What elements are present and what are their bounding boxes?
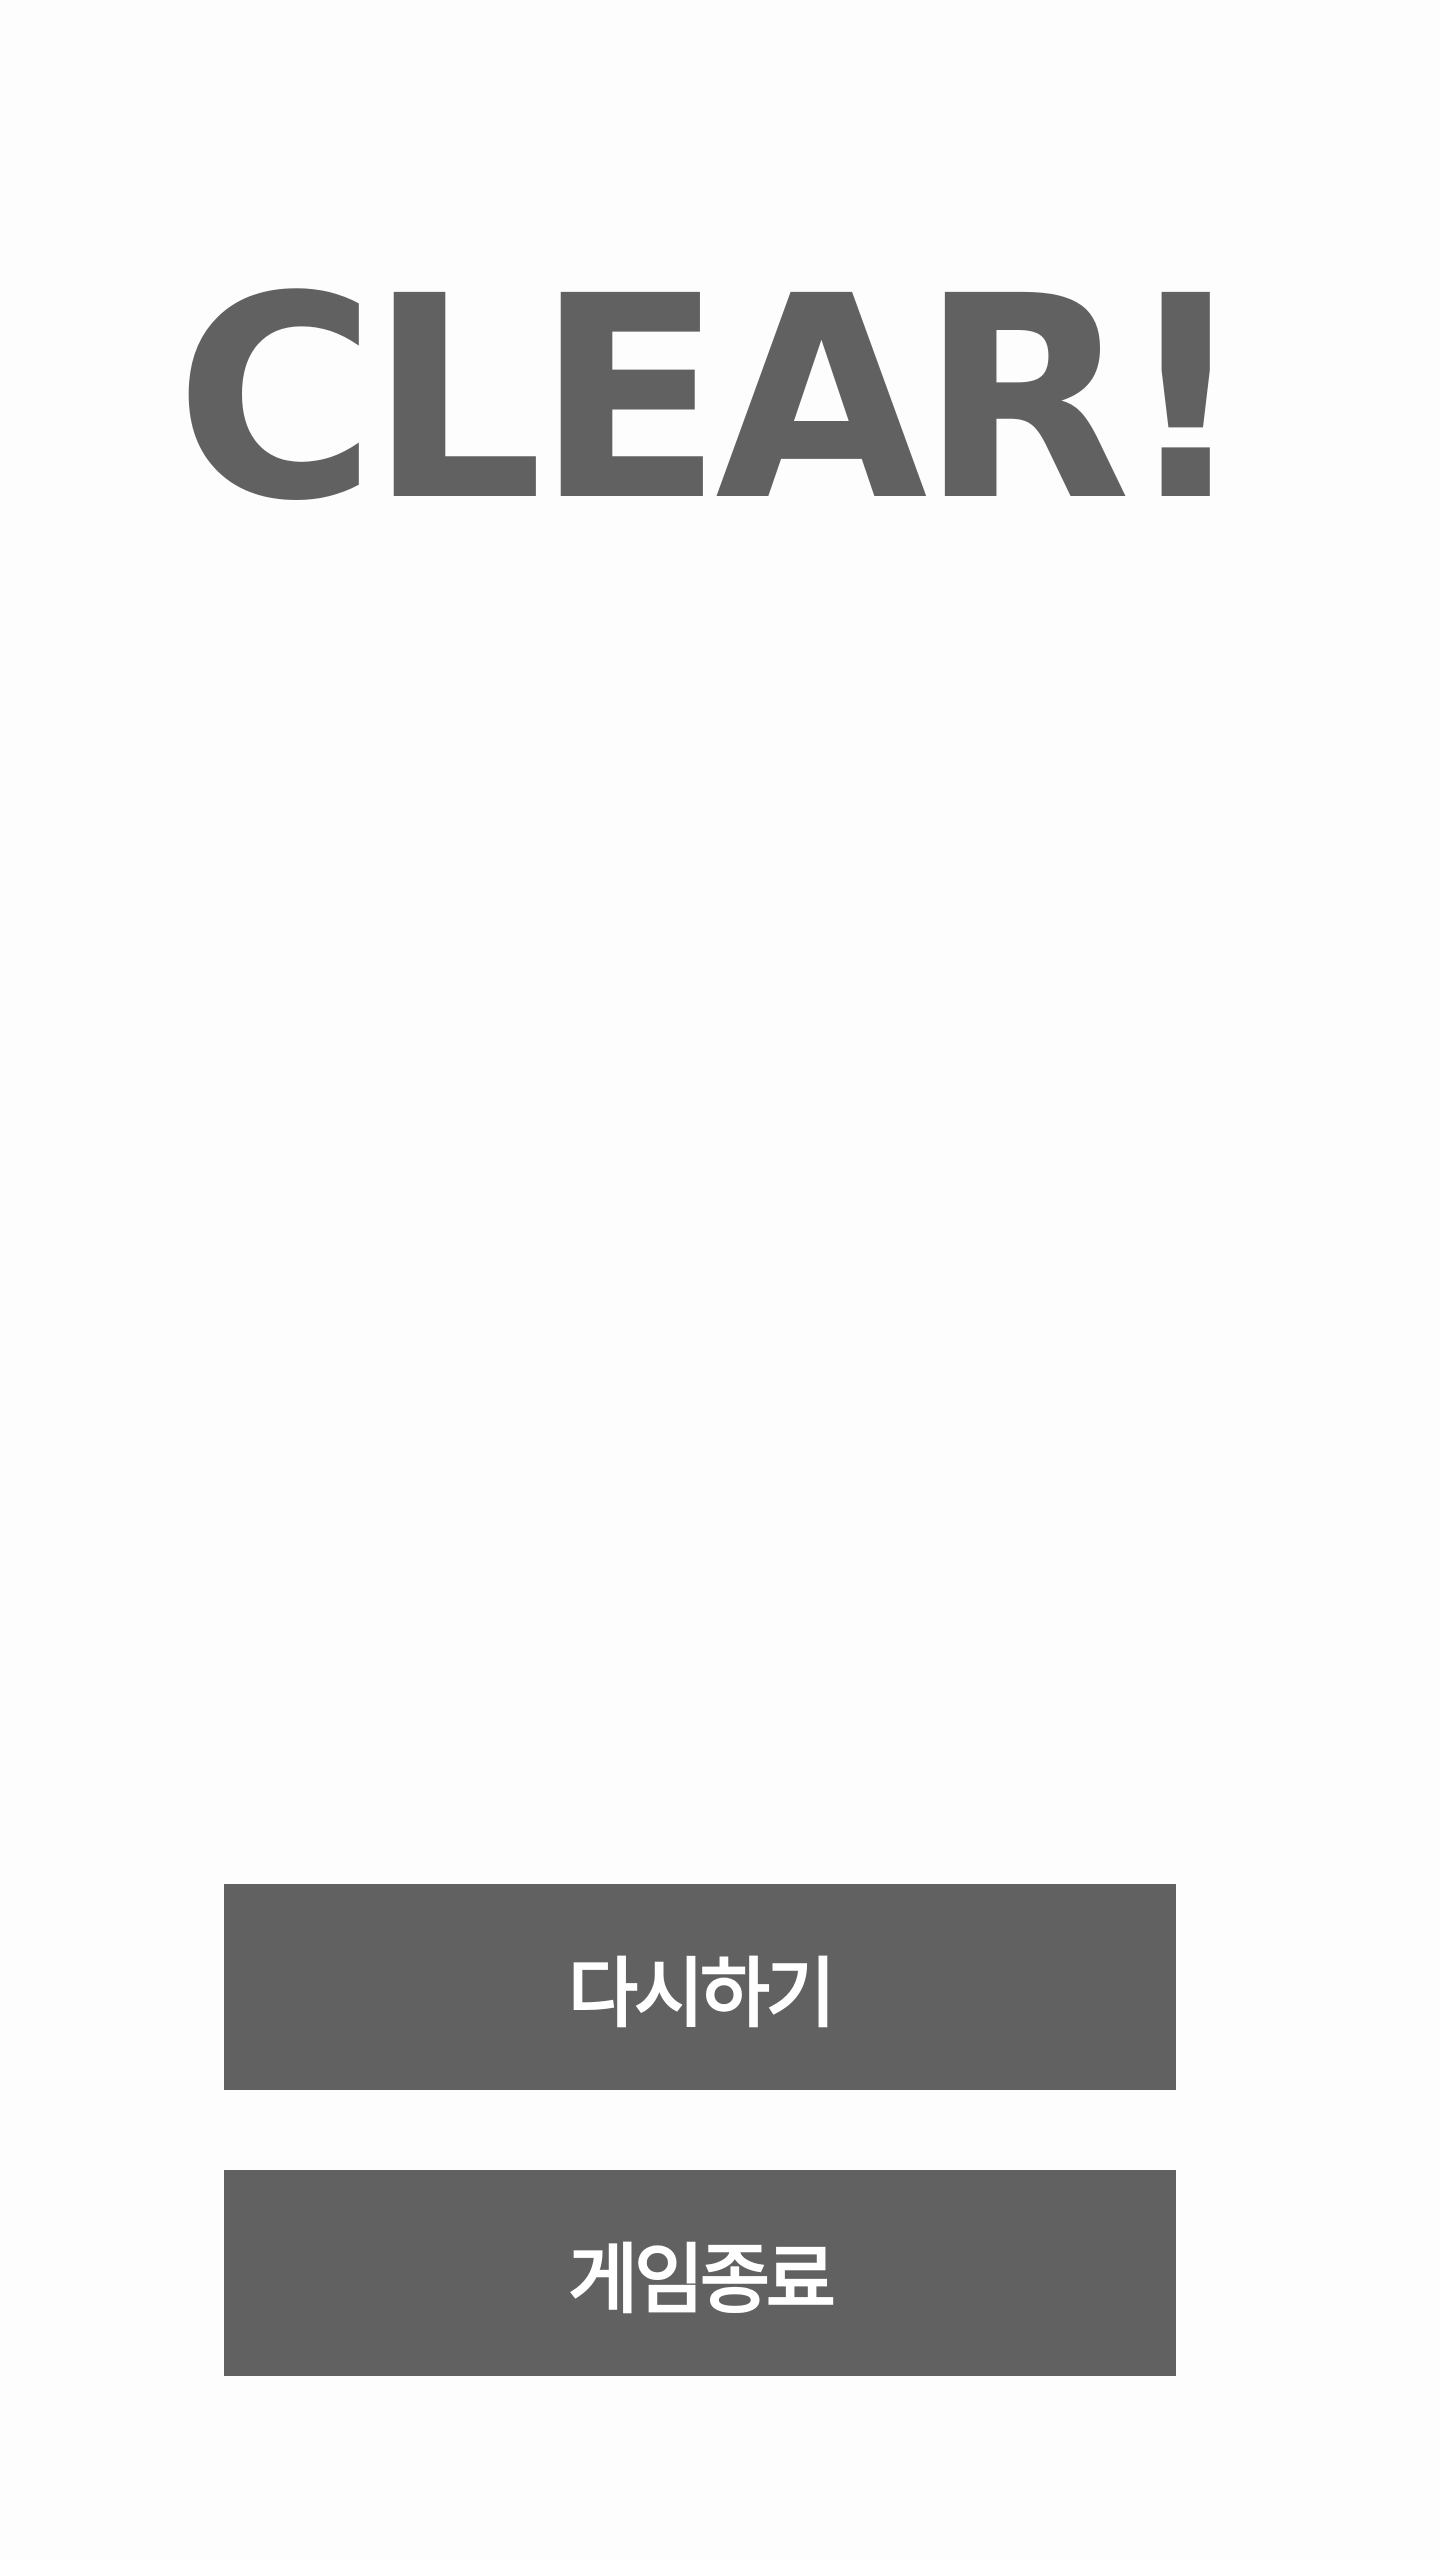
restart-button[interactable]: 다시하기	[224, 1884, 1176, 2090]
quit-game-button[interactable]: 게임종료	[224, 2170, 1176, 2376]
game-clear-screen: CLEAR! 다시하기 게임종료	[0, 0, 1440, 2560]
restart-button-label: 다시하기	[568, 1949, 836, 2038]
quit-game-button-label: 게임종료	[568, 2235, 836, 2324]
clear-title: CLEAR!	[175, 237, 1248, 563]
